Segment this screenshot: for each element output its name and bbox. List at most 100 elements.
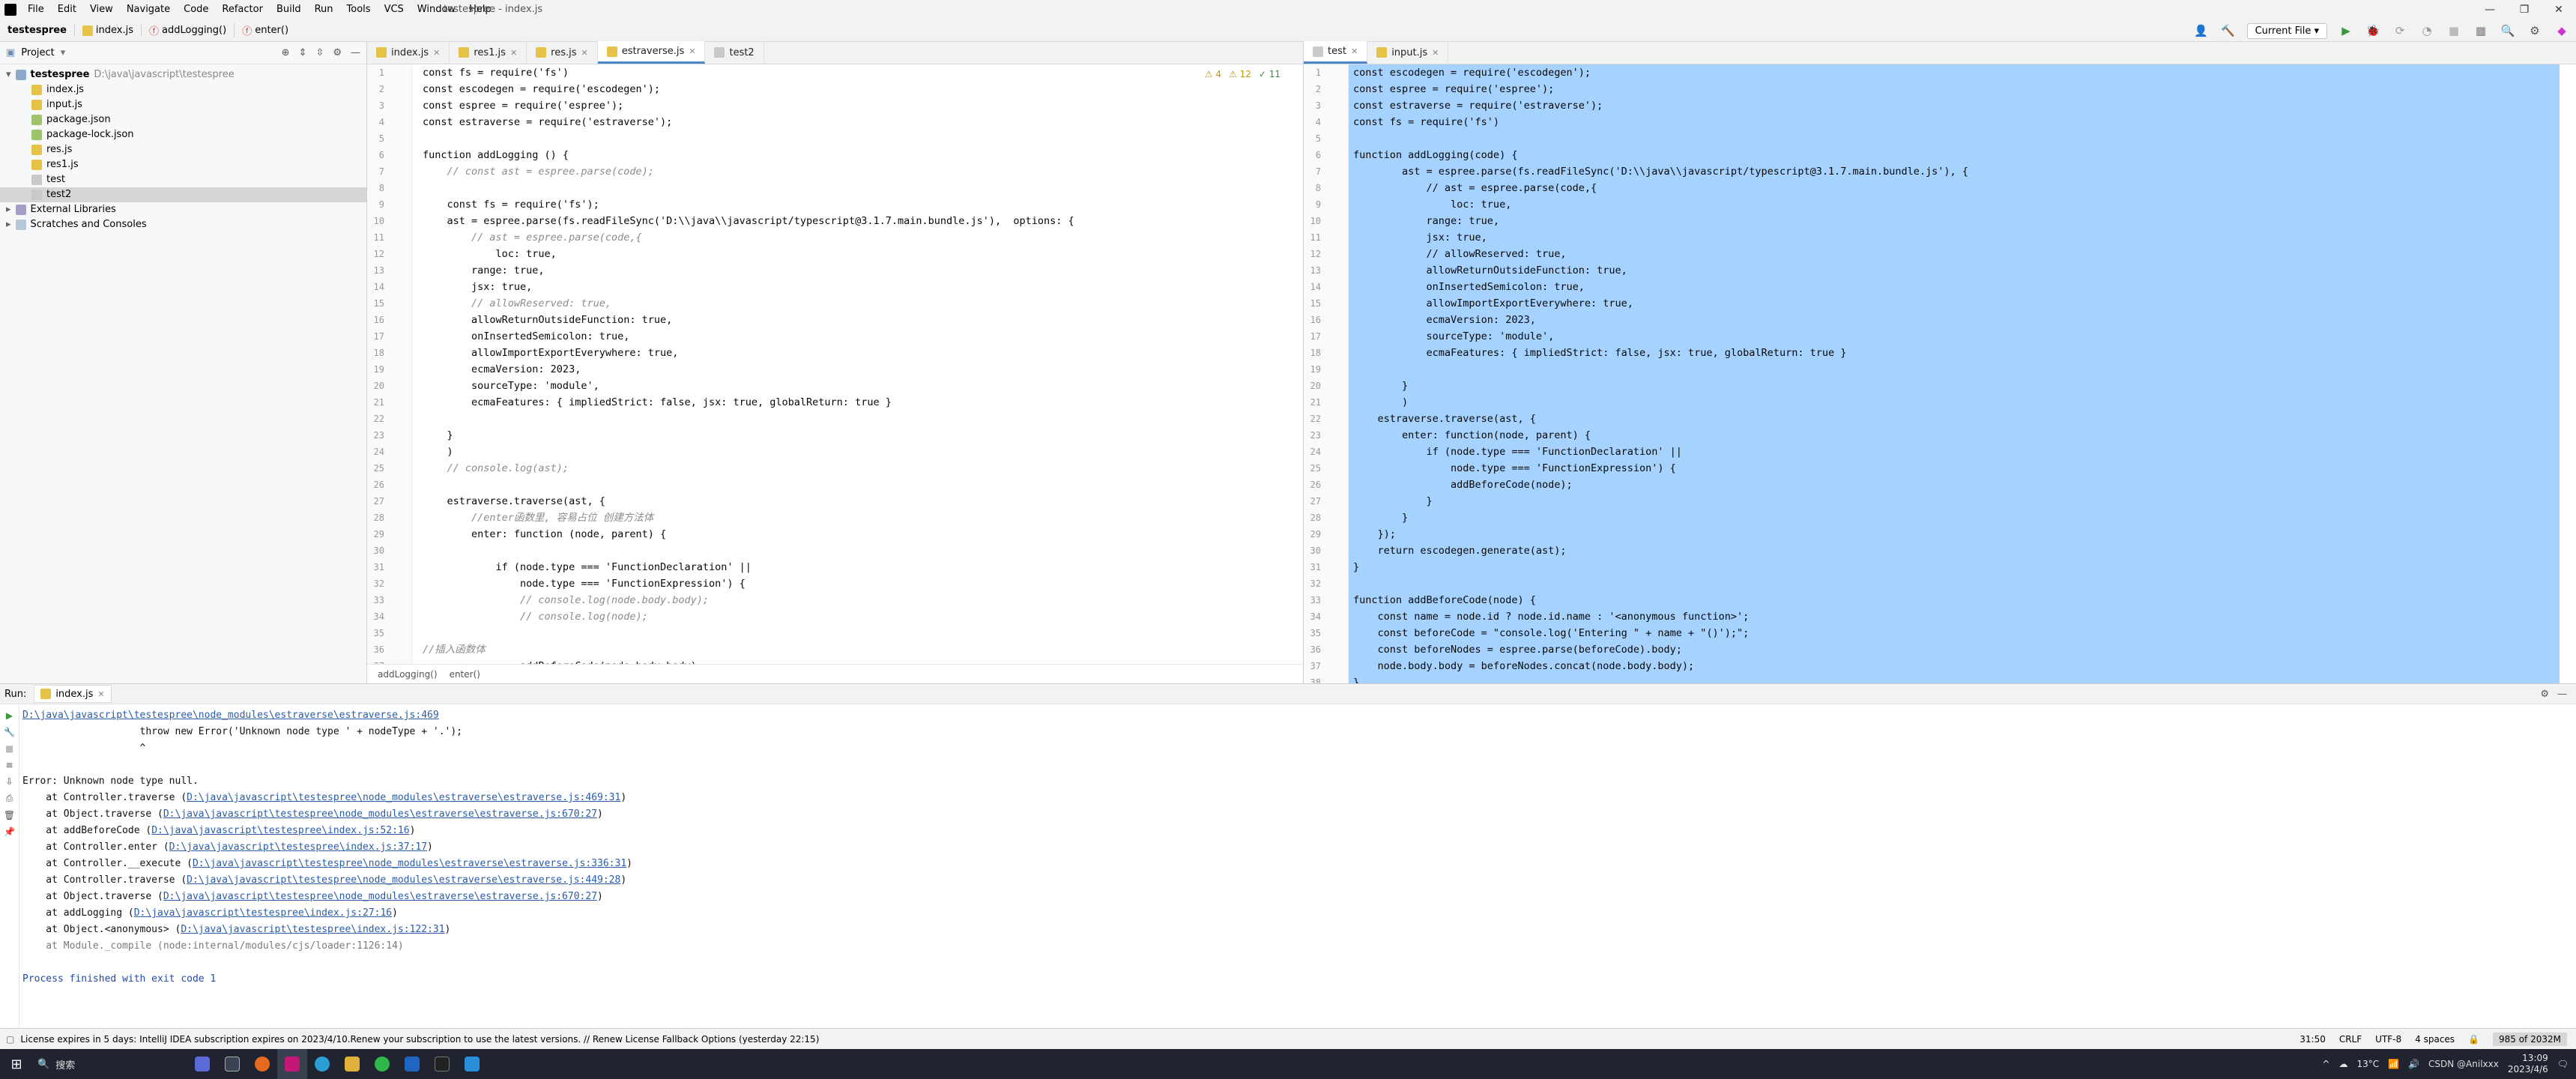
close-button[interactable]: ✕ [2542, 0, 2576, 19]
close-icon[interactable]: ✕ [1351, 46, 1358, 56]
code-line[interactable]: // allowReserved: true, [1353, 246, 2576, 262]
code-line[interactable]: ast = espree.parse(fs.readFileSync('D:\\… [1353, 163, 2576, 180]
chevron-down-icon[interactable]: ▾ [61, 47, 66, 58]
code-line[interactable]: const estraverse = require('estraverse')… [1353, 97, 2576, 114]
code-line[interactable]: // console.log(node); [423, 608, 1303, 625]
code-line[interactable]: const escodegen = require('escodegen'); [423, 81, 1303, 97]
code-line[interactable]: ecmaFeatures: { impliedStrict: false, js… [1353, 345, 2576, 361]
tree-scratches[interactable]: ▸ Scratches and Consoles [0, 217, 366, 232]
tree-file[interactable]: res.js [0, 142, 366, 157]
hide-icon[interactable]: — [351, 47, 360, 58]
code-line[interactable]: const name = node.id ? node.id.name : '<… [1353, 608, 2576, 625]
tree-file[interactable]: index.js [0, 82, 366, 97]
close-icon[interactable]: ✕ [433, 48, 440, 58]
code-line[interactable]: const fs = require('fs') [1353, 114, 2576, 130]
code-line[interactable]: ecmaVersion: 2023, [1353, 312, 2576, 328]
windows-start-icon[interactable]: ⊞ [0, 1057, 33, 1072]
taskbar-search[interactable]: 🔍 搜索 [37, 1057, 187, 1072]
code-line[interactable]: ecmaFeatures: { impliedStrict: false, js… [423, 394, 1303, 411]
code-line[interactable]: enter: function(node, parent) { [1353, 427, 2576, 444]
stop-icon[interactable]: ■ [2446, 24, 2462, 37]
tab-input-js[interactable]: input.js ✕ [1367, 41, 1449, 64]
clock[interactable]: 13:09 2023/4/6 [2508, 1053, 2548, 1075]
run-tab[interactable]: index.js ✕ [34, 685, 112, 703]
code-line[interactable] [1353, 575, 2576, 592]
gear-icon[interactable]: ⚙ [333, 47, 342, 58]
code-line[interactable]: ecmaVersion: 2023, [423, 361, 1303, 378]
breadcrumb-item[interactable]: enter() [450, 669, 480, 680]
gear-icon[interactable]: ⚙ [2527, 24, 2543, 37]
tree-external-libraries[interactable]: ▸ External Libraries [0, 202, 366, 217]
soft-wrap-icon[interactable]: ≡ [5, 760, 13, 770]
code-line[interactable]: //插入函数体 [423, 641, 1303, 658]
tree-file[interactable]: input.js [0, 97, 366, 112]
code-line[interactable]: ) [1353, 394, 2576, 411]
code-line[interactable]: if (node.type === 'FunctionDeclaration' … [1353, 444, 2576, 460]
caret-position[interactable]: 31:50 [2300, 1034, 2326, 1045]
chevron-right-icon[interactable]: ▸ [6, 202, 11, 217]
code-line[interactable]: jsx: true, [423, 279, 1303, 295]
close-icon[interactable]: ✕ [689, 46, 695, 56]
nav-crumb-func1[interactable]: ⓕ addLogging() [142, 23, 235, 37]
tab-test2[interactable]: test2 [705, 41, 764, 64]
code-line[interactable]: range: true, [1353, 213, 2576, 229]
locate-icon[interactable]: ⊕ [282, 47, 290, 58]
notification-icon[interactable]: ▢ [6, 1034, 14, 1045]
taskbar-app-terminal[interactable] [427, 1049, 457, 1079]
menu-refactor[interactable]: Refactor [215, 0, 270, 19]
taskbar-app-edge[interactable] [307, 1049, 337, 1079]
taskbar-app-firefox[interactable] [247, 1049, 277, 1079]
tab-res1-js[interactable]: res1.js ✕ [450, 41, 527, 64]
rerun-icon[interactable]: ▶ [6, 710, 13, 721]
code-line[interactable] [423, 542, 1303, 559]
menu-edit[interactable]: Edit [51, 0, 83, 19]
code-line[interactable]: onInsertedSemicolon: true, [1353, 279, 2576, 295]
project-panel-title[interactable]: Project [21, 47, 54, 58]
code-line[interactable] [423, 130, 1303, 147]
trace-link[interactable]: D:\java\javascript\testespree\node_modul… [187, 874, 620, 886]
build-hammer-icon[interactable]: 🔨 [2220, 24, 2237, 37]
code-line[interactable]: } [1353, 674, 2576, 683]
code-line[interactable]: function addLogging () { [423, 147, 1303, 163]
notification-center-icon[interactable]: 🗨 [2557, 1059, 2569, 1069]
code-line[interactable]: const espree = require('espree'); [423, 97, 1303, 114]
project-structure-icon[interactable]: ▦ [2473, 24, 2489, 37]
volume-icon[interactable]: 🔊 [2408, 1059, 2419, 1069]
code-line[interactable]: estraverse.traverse(ast, { [1353, 411, 2576, 427]
code-line[interactable]: const fs = require('fs') [423, 64, 1303, 81]
weather-temp[interactable]: 13°C [2356, 1059, 2379, 1069]
stop-icon[interactable]: ■ [5, 743, 13, 754]
code-line[interactable]: // ast = espree.parse(code,{ [423, 229, 1303, 246]
close-icon[interactable]: ✕ [97, 689, 104, 699]
menu-vcs[interactable]: VCS [378, 0, 411, 19]
code-line[interactable]: const beforeCode = "console.log('Enterin… [1353, 625, 2576, 641]
code-line[interactable]: } [1353, 510, 2576, 526]
lock-icon[interactable]: 🔒 [2468, 1034, 2479, 1045]
network-icon[interactable]: 📶 [2388, 1059, 2399, 1069]
line-separator[interactable]: CRLF [2339, 1034, 2362, 1045]
chevron-down-icon[interactable]: ▾ [6, 67, 11, 82]
tray-expand-icon[interactable]: ^ [2322, 1059, 2329, 1069]
code-line[interactable]: node.body.body = beforeNodes.concat(node… [1353, 658, 2576, 674]
code-line[interactable]: }); [1353, 526, 2576, 542]
code-line[interactable]: ) [423, 444, 1303, 460]
code-line[interactable] [423, 180, 1303, 196]
menu-run[interactable]: Run [308, 0, 340, 19]
tab-test[interactable]: test ✕ [1304, 41, 1368, 64]
code-line[interactable] [423, 477, 1303, 493]
console-output[interactable]: D:\java\javascript\testespree\node_modul… [22, 707, 2576, 988]
menu-view[interactable]: View [83, 0, 120, 19]
trace-link[interactable]: D:\java\javascript\testespree\node_modul… [163, 809, 597, 820]
pin-icon[interactable]: 📌 [4, 826, 15, 837]
code-line[interactable] [1353, 130, 2576, 147]
maximize-button[interactable]: ❐ [2507, 0, 2542, 19]
trash-icon[interactable]: 🗑 [4, 810, 15, 820]
scroll-end-icon[interactable]: ⇩ [5, 776, 13, 787]
code-line[interactable]: // const ast = espree.parse(code); [423, 163, 1303, 180]
code-line[interactable]: // console.log(ast); [423, 460, 1303, 477]
code-line[interactable]: } [423, 427, 1303, 444]
console-link[interactable]: D:\java\javascript\testespree\node_modul… [22, 707, 2576, 724]
code-line[interactable]: const beforeNodes = espree.parse(beforeC… [1353, 641, 2576, 658]
tree-file[interactable]: package-lock.json [0, 127, 366, 142]
code-line[interactable]: const espree = require('espree'); [1353, 81, 2576, 97]
